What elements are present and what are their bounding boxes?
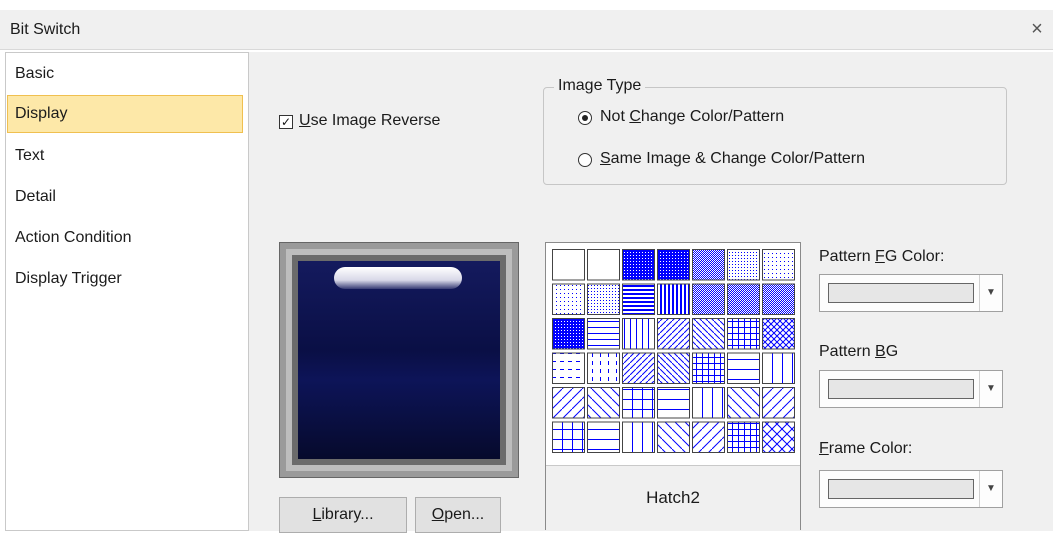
pattern-cell[interactable]: [587, 283, 620, 315]
nav-item-action-condition[interactable]: Action Condition: [7, 219, 243, 257]
image-preview: [279, 242, 519, 478]
pattern-cell[interactable]: [552, 318, 585, 350]
pattern-cell[interactable]: [762, 283, 795, 315]
nav-item-basic[interactable]: Basic: [7, 55, 243, 93]
pattern-cell[interactable]: [692, 283, 725, 315]
frame-color-label: Frame Color:: [819, 440, 913, 457]
image-type-title: Image Type: [554, 77, 646, 95]
pattern-cell[interactable]: [587, 387, 620, 419]
frame-color-swatch: [828, 479, 974, 499]
pattern-fg-color-swatch: [828, 283, 974, 303]
chevron-down-icon[interactable]: ▼: [979, 371, 1002, 407]
pattern-cell[interactable]: [552, 387, 585, 419]
same-image-radio[interactable]: [578, 153, 592, 167]
pattern-cell[interactable]: [762, 249, 795, 281]
category-list: Basic Display Text Detail Action Conditi…: [5, 52, 249, 531]
pattern-cell[interactable]: [762, 387, 795, 419]
pattern-fg-color-dropdown[interactable]: ▼: [819, 274, 1003, 312]
pattern-bg-color-dropdown[interactable]: ▼: [819, 370, 1003, 408]
pattern-cell[interactable]: [762, 421, 795, 453]
use-image-reverse-label: Use Image Reverse: [299, 112, 441, 129]
nav-item-display[interactable]: Display: [7, 95, 243, 133]
pattern-cell[interactable]: [657, 283, 690, 315]
pattern-fg-color-label: Pattern FG Color:: [819, 248, 945, 265]
pattern-cell[interactable]: [657, 318, 690, 350]
nav-item-detail[interactable]: Detail: [7, 178, 243, 216]
pattern-cell[interactable]: [587, 352, 620, 384]
pattern-cell[interactable]: [727, 352, 760, 384]
pattern-cell[interactable]: [622, 249, 655, 281]
pattern-cell[interactable]: [622, 352, 655, 384]
display-settings-panel: ✓ Use Image Reverse Image Type Not Chang…: [249, 52, 1053, 533]
image-type-group: Image Type Not Change Color/Pattern Same…: [543, 77, 1007, 185]
pattern-grid[interactable]: [552, 249, 798, 459]
pattern-cell[interactable]: [587, 421, 620, 453]
pattern-cell[interactable]: [727, 283, 760, 315]
pattern-cell[interactable]: [552, 421, 585, 453]
use-image-reverse-checkbox[interactable]: ✓: [279, 115, 293, 129]
frame-color-dropdown[interactable]: ▼: [819, 470, 1003, 508]
preview-highlight: [334, 267, 462, 289]
same-image-label: Same Image & Change Color/Pattern: [600, 150, 866, 167]
pattern-cell[interactable]: [727, 249, 760, 281]
title-bar: Bit Switch ×: [0, 10, 1053, 50]
pattern-cell[interactable]: [692, 387, 725, 419]
pattern-cell[interactable]: [552, 283, 585, 315]
pattern-cell[interactable]: [622, 387, 655, 419]
pattern-bg-color-swatch: [828, 379, 974, 399]
nav-item-display-trigger[interactable]: Display Trigger: [7, 260, 243, 298]
not-change-label: Not Change Color/Pattern: [600, 108, 785, 125]
pattern-cell[interactable]: [622, 318, 655, 350]
not-change-radio[interactable]: [578, 111, 592, 125]
selected-pattern-name: Hatch2: [546, 465, 800, 530]
library-button[interactable]: Library...: [279, 497, 407, 533]
pattern-cell[interactable]: [622, 283, 655, 315]
pattern-cell[interactable]: [762, 352, 795, 384]
pattern-cell[interactable]: [727, 387, 760, 419]
open-button[interactable]: Open...: [415, 497, 501, 533]
pattern-cell[interactable]: [657, 249, 690, 281]
chevron-down-icon[interactable]: ▼: [979, 275, 1002, 311]
close-icon[interactable]: ×: [1025, 17, 1049, 41]
pattern-cell[interactable]: [622, 421, 655, 453]
pattern-cell[interactable]: [692, 421, 725, 453]
pattern-cell[interactable]: [587, 318, 620, 350]
chevron-down-icon[interactable]: ▼: [979, 471, 1002, 507]
pattern-picker: Hatch2: [545, 242, 801, 530]
pattern-cell[interactable]: [692, 249, 725, 281]
pattern-bg-color-label: Pattern BG: [819, 343, 899, 360]
pattern-cell[interactable]: [727, 318, 760, 350]
pattern-cell[interactable]: [552, 249, 585, 281]
pattern-cell[interactable]: [727, 421, 760, 453]
pattern-cell[interactable]: [587, 249, 620, 281]
pattern-cell[interactable]: [692, 318, 725, 350]
pattern-cell[interactable]: [762, 318, 795, 350]
top-strip: [0, 0, 1053, 10]
pattern-cell[interactable]: [657, 352, 690, 384]
pattern-cell[interactable]: [692, 352, 725, 384]
pattern-cell[interactable]: [552, 352, 585, 384]
pattern-cell[interactable]: [657, 421, 690, 453]
window-title: Bit Switch: [10, 21, 81, 38]
nav-item-text[interactable]: Text: [7, 137, 243, 175]
pattern-cell[interactable]: [657, 387, 690, 419]
